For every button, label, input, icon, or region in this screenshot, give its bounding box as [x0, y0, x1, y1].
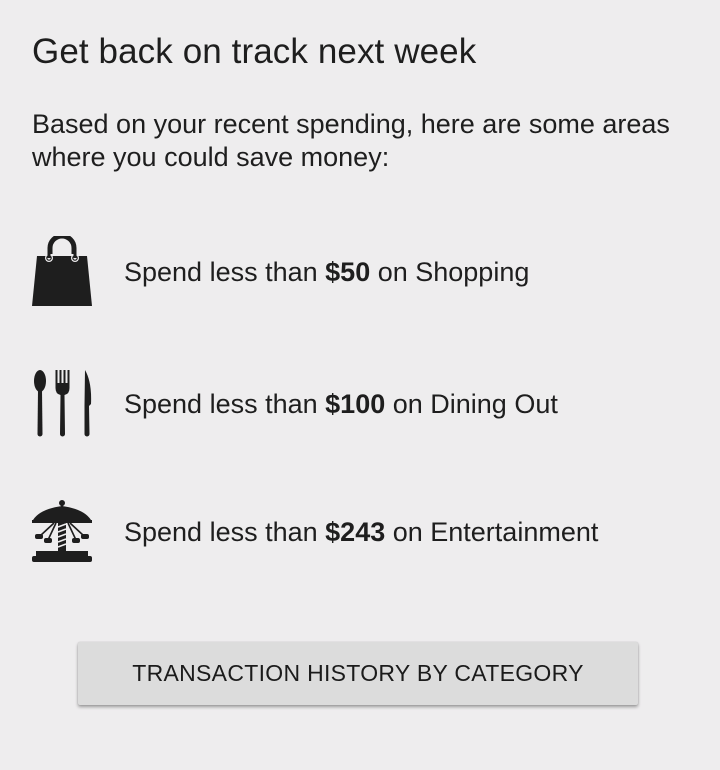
transaction-history-button[interactable]: TRANSACTION HISTORY BY CATEGORY [78, 642, 638, 705]
shopping-bag-icon [32, 236, 92, 308]
cutlery-icon [32, 368, 92, 440]
tip-suffix: on Shopping [370, 256, 530, 287]
tip-suffix: on Entertainment [385, 516, 599, 547]
page-title: Get back on track next week [32, 32, 477, 71]
tip-amount: $243 [325, 516, 386, 547]
tip-amount: $50 [325, 256, 371, 287]
tip-amount: $100 [325, 388, 386, 419]
tip-dining: Spend less than $100 on Dining Out [32, 368, 692, 440]
tip-prefix: Spend less than [124, 516, 326, 547]
tip-entertainment: Spend less than $243 on Entertainment [32, 496, 692, 568]
carousel-icon [32, 496, 92, 568]
tip-dining-text: Spend less than $100 on Dining Out [124, 389, 558, 420]
tip-shopping: Spend less than $50 on Shopping [32, 236, 692, 308]
tip-entertainment-text: Spend less than $243 on Entertainment [124, 517, 598, 548]
tip-suffix: on Dining Out [385, 388, 558, 419]
tip-prefix: Spend less than [124, 388, 326, 419]
tip-prefix: Spend less than [124, 256, 326, 287]
tip-shopping-text: Spend less than $50 on Shopping [124, 257, 529, 288]
page-subtitle: Based on your recent spending, here are … [32, 109, 670, 172]
